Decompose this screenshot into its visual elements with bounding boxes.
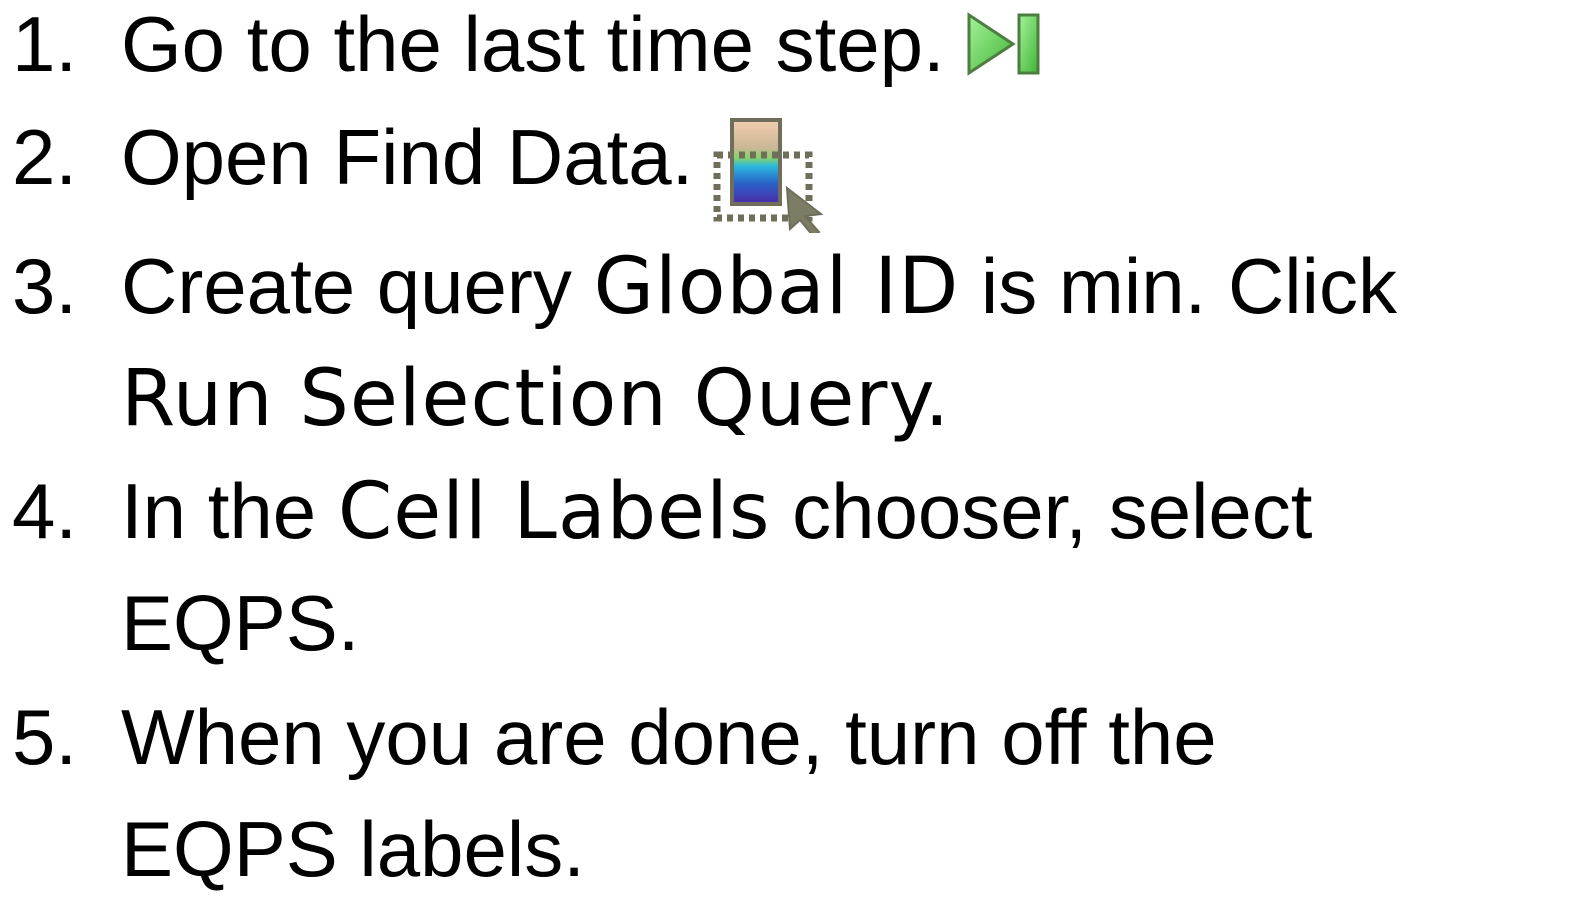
step-number: 5. xyxy=(12,693,78,781)
step-line: Create query Global ID is min. Click xyxy=(121,242,1397,332)
step-text: In the Cell Labels chooser, select EQPS. xyxy=(121,455,1312,679)
step-line: Open Find Data. xyxy=(121,113,694,201)
step-number: 2. xyxy=(12,113,78,201)
query-term-global-id: Global ID xyxy=(593,242,960,332)
step-line: EQPS. xyxy=(121,579,360,667)
cell-labels-term: Cell Labels xyxy=(337,467,771,557)
step-number: 4. xyxy=(12,467,78,555)
step-number: 3. xyxy=(12,242,78,330)
step-line: Run Selection Query. xyxy=(121,342,1397,454)
step-text: When you are done, turn off the EQPS lab… xyxy=(121,681,1217,905)
step-text: Create query Global ID is min. Click Run… xyxy=(121,230,1397,454)
last-time-step-icon xyxy=(967,12,1041,77)
step-line: When you are done, turn off the xyxy=(121,693,1217,781)
run-selection-query-label: Run Selection Query. xyxy=(121,354,951,444)
step-line: EQPS labels. xyxy=(121,805,585,893)
find-data-icon xyxy=(713,117,825,233)
step-line: In the Cell Labels chooser, select xyxy=(121,467,1313,557)
step-line: Go to the last time step. xyxy=(121,0,945,88)
step-text: Open Find Data. xyxy=(121,101,825,233)
step-number: 1. xyxy=(12,0,78,88)
step-text: Go to the last time step. xyxy=(121,0,1041,100)
